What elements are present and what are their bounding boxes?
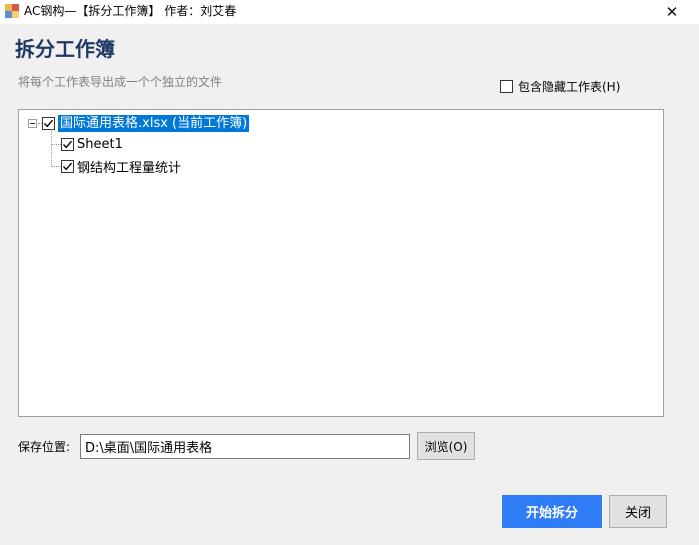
sheet-checkbox[interactable]: [61, 137, 74, 151]
page-subtitle: 将每个工作表导出成一个个独立的文件: [18, 75, 223, 89]
sheet-checkbox[interactable]: [61, 159, 74, 173]
workbook-checkbox[interactable]: [42, 116, 55, 130]
title-bar: AC钢构—【拆分工作簿】 作者：刘艾春 ✕: [0, 0, 699, 24]
tree-connector: [51, 129, 52, 167]
window-title: AC钢构—【拆分工作簿】 作者：刘艾春: [24, 4, 237, 18]
tree-connector: [52, 166, 61, 167]
save-location-label: 保存位置:: [18, 440, 71, 454]
checkmark-icon: [62, 162, 73, 170]
browse-button[interactable]: 浏览(O): [417, 432, 475, 460]
workbook-label: 国际通用表格.xlsx (当前工作簿): [58, 114, 250, 132]
app-icon: [5, 4, 19, 18]
tree-node-workbook[interactable]: 国际通用表格.xlsx (当前工作簿): [42, 114, 250, 132]
checkmark-icon: [62, 140, 73, 148]
include-hidden-label: 包含隐藏工作表(H): [518, 79, 621, 94]
start-split-button[interactable]: 开始拆分: [502, 495, 602, 528]
include-hidden-option[interactable]: 包含隐藏工作表(H): [500, 78, 620, 94]
tree-connector: [52, 144, 61, 145]
checkmark-icon: [43, 119, 54, 127]
sheet-tree[interactable]: [18, 109, 664, 417]
collapse-toggle-icon[interactable]: [28, 119, 37, 128]
sheet-label: Sheet1: [77, 136, 123, 152]
sheet-label: 钢结构工程量统计: [77, 160, 182, 176]
page-title: 拆分工作簿: [15, 37, 115, 61]
include-hidden-checkbox[interactable]: [500, 79, 513, 93]
tree-node-sheet[interactable]: Sheet1: [61, 135, 123, 153]
close-button[interactable]: 关闭: [609, 495, 667, 528]
tree-node-sheet[interactable]: 钢结构工程量统计: [61, 157, 182, 176]
save-path-input[interactable]: [80, 434, 410, 459]
window-close-icon[interactable]: ✕: [661, 1, 683, 23]
